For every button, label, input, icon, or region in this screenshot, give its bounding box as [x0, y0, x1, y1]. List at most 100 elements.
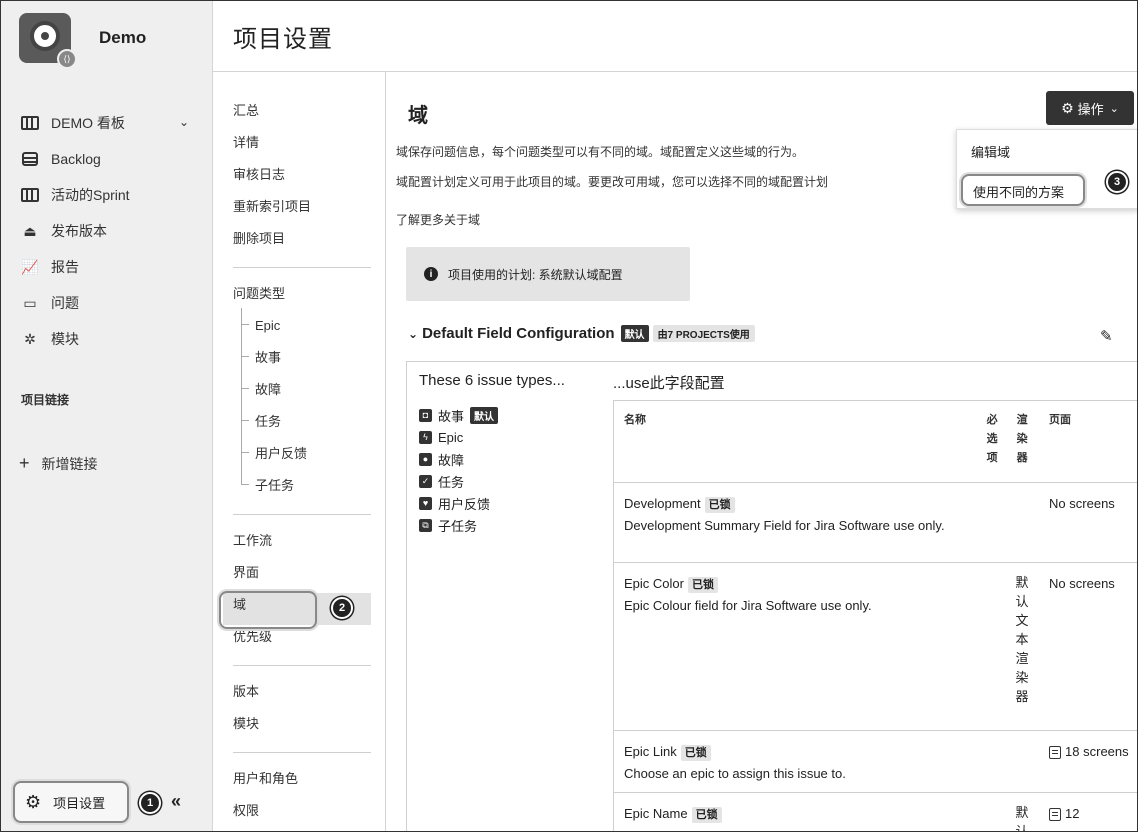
edit-pencil-icon[interactable]: ✎ — [1100, 327, 1113, 345]
sidebar-item-components[interactable]: ✲ 模块 — [21, 321, 201, 357]
sidebar-item-sprint[interactable]: 活动的Sprint — [21, 177, 201, 213]
menu-divider — [233, 267, 371, 268]
column-header-name: 名称 — [613, 400, 980, 483]
scheme-description: 域配置计划定义可用于此项目的域。要更改可用域，您可以选择不同的域配置计划 — [396, 175, 829, 189]
settings-subitem-feedback[interactable]: 用户反馈 — [233, 436, 373, 472]
required-cell — [979, 562, 1006, 731]
sidebar-item-label: 模块 — [51, 331, 79, 347]
settings-subitem-story[interactable]: 故事 — [233, 340, 373, 376]
settings-item-issue-types[interactable]: 问题类型 — [233, 280, 373, 312]
fields-highlight-box — [219, 591, 317, 629]
field-config-panel: These 6 issue types... ...use此字段配置 ◘ 故事 … — [406, 361, 1137, 832]
table-row: Epic Link 已锁 Choose an epic to assign thi… — [613, 730, 1137, 793]
settings-item-workflows[interactable]: 工作流 — [233, 527, 373, 559]
actions-dropdown: 编辑域 使用不同的方案 — [956, 129, 1137, 209]
issue-type-label: Epic — [438, 429, 464, 445]
avatar-badge-icon: ⟨⟩ — [57, 49, 77, 69]
settings-item-reindex[interactable]: 重新索引项目 — [233, 193, 373, 225]
field-name-cell: Epic Color 已锁 Epic Colour field for Jira … — [613, 562, 980, 731]
board-icon — [21, 115, 39, 131]
settings-subitem-epic[interactable]: Epic — [233, 308, 373, 344]
list-item: ⧉ 子任务 — [419, 514, 498, 536]
sidebar-item-releases[interactable]: ⏏ 发布版本 — [21, 213, 201, 249]
field-description: Epic Colour field for Jira Software use … — [624, 598, 872, 613]
screens-value: No screens — [1049, 576, 1115, 591]
learn-more-link[interactable]: 了解更多关于域 — [396, 211, 480, 228]
issues-icon: ▭ — [23, 294, 37, 311]
feedback-icon: ♥ — [419, 496, 432, 510]
settings-subitem-bug[interactable]: 故障 — [233, 372, 373, 408]
sidebar-item-issues[interactable]: ▭ 问题 — [21, 285, 201, 321]
chevron-down-icon: ⌄ — [1109, 102, 1119, 115]
app-window: ⟨⟩ Demo DEMO 看板 ⌄ Backlog 活动的Sprint ⏏ 发布… — [0, 0, 1138, 832]
settings-item-screens[interactable]: 界面 — [233, 559, 373, 591]
settings-item-details[interactable]: 详情 — [233, 129, 373, 161]
project-name: Demo — [99, 28, 147, 47]
sidebar-item-reports[interactable]: 📈 报告 — [21, 249, 201, 285]
settings-item-versions[interactable]: 版本 — [233, 678, 373, 710]
default-badge: 默认 — [620, 325, 649, 342]
field-name[interactable]: Development — [624, 496, 701, 511]
settings-subitem-subtask[interactable]: 子任务 — [233, 468, 373, 504]
renderer-value: 默认文本渲染器 — [1015, 575, 1029, 704]
backlog-icon — [21, 151, 39, 167]
locked-badge: 已锁 — [691, 807, 722, 823]
screens-value: No screens — [1049, 496, 1115, 511]
collapse-sidebar-icon[interactable]: « — [171, 791, 181, 812]
project-settings-button[interactable]: ⚙ 项目设置 — [13, 781, 129, 823]
settings-item-users-roles[interactable]: 用户和角色 — [233, 765, 373, 797]
bug-icon: ● — [419, 452, 432, 466]
renderer-value: 默认 — [1015, 805, 1029, 832]
add-link-label: 新增链接 — [41, 455, 98, 472]
settings-subitem-task[interactable]: 任务 — [233, 404, 373, 440]
renderer-cell — [1005, 730, 1040, 793]
column-header-required: 必选项 — [979, 400, 1006, 483]
settings-item-summary[interactable]: 汇总 — [233, 97, 373, 129]
settings-item-permissions[interactable]: 权限 — [233, 797, 373, 829]
table-row: Epic Color 已锁 Epic Colour field for Jira … — [613, 562, 1137, 731]
field-name[interactable]: Epic Link — [624, 744, 677, 759]
menu-divider — [233, 752, 371, 753]
actions-button[interactable]: ⚙ 操作 ⌄ — [1046, 91, 1134, 125]
issue-type-list: ◘ 故事 默认 ϟ Epic ● 故障 ✓ 任务 ♥ 用户反馈 ⧉ 子任务 — [419, 404, 499, 536]
add-link-button[interactable]: + 新增链接 — [19, 453, 98, 474]
required-cell — [979, 730, 1006, 793]
project-header[interactable]: ⟨⟩ Demo — [19, 13, 147, 69]
renderer-cell[interactable]: 默认 — [1005, 792, 1040, 832]
step-callout-3: 3 — [1106, 171, 1128, 193]
field-name[interactable]: Epic Name — [624, 806, 688, 821]
use-different-scheme-menu-item[interactable]: 使用不同的方案 — [961, 174, 1085, 206]
renderer-cell[interactable]: 默认文本渲染器 — [1005, 562, 1040, 731]
issue-type-label: 故障 — [438, 452, 465, 468]
story-icon: ◘ — [419, 408, 432, 422]
fields-table: 名称 必选项 渲染器 页面 Development 已锁 Development … — [613, 400, 1137, 832]
chevron-down-icon[interactable]: ⌄ — [179, 115, 189, 129]
column-header-renderer: 渲染器 — [1005, 400, 1040, 483]
sidebar-item-label: Backlog — [51, 151, 101, 167]
scheme-info-box: i 项目使用的计划: 系统默认域配置 — [406, 247, 690, 301]
sidebar-item-backlog[interactable]: Backlog — [21, 141, 201, 177]
edit-fields-menu-item[interactable]: 编辑域 — [971, 142, 1010, 161]
project-avatar: ⟨⟩ — [19, 13, 77, 69]
settings-item-audit-log[interactable]: 审核日志 — [233, 161, 373, 193]
chevron-down-icon[interactable]: ⌄ — [408, 327, 418, 341]
page-title: 项目设置 — [233, 26, 333, 53]
report-icon: 📈 — [21, 258, 39, 275]
field-name-cell: Epic Link 已锁 Choose an epic to assign thi… — [613, 730, 980, 793]
sidebar-item-label: DEMO 看板 — [51, 115, 125, 131]
screens-cell: No screens — [1039, 482, 1137, 563]
screens-value: 12 — [1065, 806, 1080, 821]
screens-cell[interactable]: 18 screens — [1039, 730, 1137, 793]
sidebar-item-board[interactable]: DEMO 看板 ⌄ — [21, 105, 201, 141]
field-config-header[interactable]: ⌄ Default Field Configuration 默认 由7 PROJ… — [408, 325, 755, 342]
step-callout-1: 1 — [139, 792, 161, 814]
screens-cell[interactable]: 12 — [1039, 792, 1137, 831]
settings-item-components[interactable]: 模块 — [233, 710, 373, 742]
list-item: ϟ Epic — [419, 426, 498, 448]
settings-item-delete[interactable]: 删除项目 — [233, 225, 373, 257]
list-item: ◘ 故事 默认 — [419, 404, 499, 426]
actions-label: 操作 — [1077, 101, 1104, 117]
field-name[interactable]: Epic Color — [624, 576, 684, 591]
sprint-icon — [21, 187, 39, 203]
sidebar-item-label: 问题 — [51, 295, 79, 311]
